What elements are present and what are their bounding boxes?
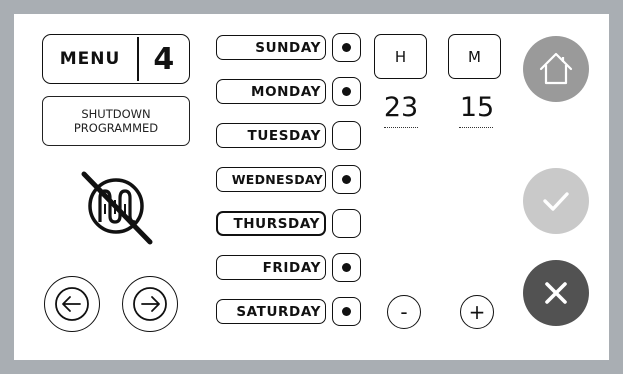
- minute-value: 15: [459, 92, 495, 123]
- check-icon: [543, 192, 569, 211]
- confirm-button[interactable]: [523, 168, 589, 234]
- arrow-right-circle-icon: [133, 287, 167, 321]
- cancel-button[interactable]: [523, 260, 589, 326]
- enabled-dot: [342, 263, 351, 272]
- enabled-dot: [342, 87, 351, 96]
- day-toggle-thursday[interactable]: [332, 209, 361, 238]
- enabled-dot: [342, 307, 351, 316]
- day-saturday[interactable]: SATURDAY: [216, 299, 326, 324]
- status-line-1: SHUTDOWN: [81, 107, 151, 121]
- hour-underline: [384, 127, 418, 128]
- heater-off-icon: [74, 164, 158, 250]
- previous-button[interactable]: [44, 276, 100, 332]
- status-box: SHUTDOWN PROGRAMMED: [42, 96, 190, 146]
- enabled-dot: [342, 43, 351, 52]
- menu-label: MENU: [59, 49, 121, 69]
- next-button[interactable]: [122, 276, 178, 332]
- menu-indicator: MENU 4: [42, 34, 190, 84]
- day-toggle-saturday[interactable]: [332, 297, 361, 326]
- day-sunday[interactable]: SUNDAY: [216, 35, 326, 60]
- day-toggle-wednesday[interactable]: [332, 165, 361, 194]
- home-icon: [539, 52, 573, 85]
- day-toggle-sunday[interactable]: [332, 33, 361, 62]
- enabled-dot: [342, 175, 351, 184]
- day-toggle-tuesday[interactable]: [332, 121, 361, 150]
- minute-underline: [459, 127, 493, 128]
- control-panel: MENU 4 SHUTDOWN PROGRAMMED SUNDAY MONDAY: [14, 14, 609, 360]
- increase-button[interactable]: +: [460, 295, 494, 329]
- day-wednesday[interactable]: WEDNESDAY: [216, 167, 326, 192]
- day-toggle-friday[interactable]: [332, 253, 361, 282]
- hour-button[interactable]: H: [374, 34, 427, 79]
- day-monday[interactable]: MONDAY: [216, 79, 326, 104]
- day-tuesday[interactable]: TUESDAY: [216, 123, 326, 148]
- status-line-2: PROGRAMMED: [73, 121, 159, 135]
- hour-value: 23: [383, 92, 419, 123]
- day-friday[interactable]: FRIDAY: [216, 255, 326, 280]
- menu-number: 4: [153, 41, 175, 77]
- minute-button[interactable]: M: [448, 34, 501, 79]
- home-button[interactable]: [523, 36, 589, 102]
- day-thursday[interactable]: THURSDAY: [216, 211, 326, 236]
- decrease-button[interactable]: -: [387, 295, 421, 329]
- arrow-left-circle-icon: [55, 287, 89, 321]
- close-icon: [545, 282, 567, 304]
- day-toggle-monday[interactable]: [332, 77, 361, 106]
